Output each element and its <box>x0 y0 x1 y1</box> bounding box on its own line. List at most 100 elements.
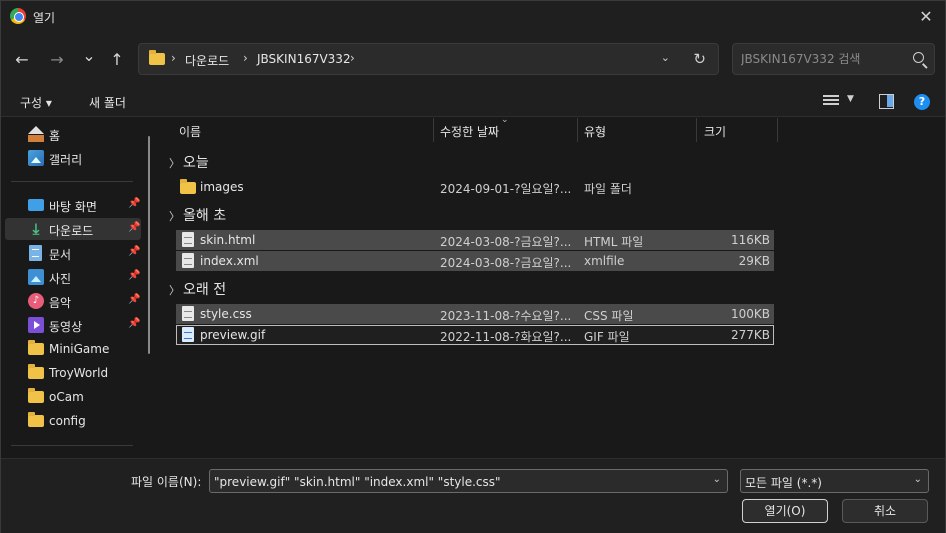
open-file-dialog: 열기 ✕ ← → ⌄ ↑ › 다운로드 › JBSKIN167V332 › ⌄ … <box>0 0 946 533</box>
file-name: skin.html <box>200 233 256 247</box>
sidebar-item-desktop[interactable]: 바탕 화면 📌 <box>5 194 141 216</box>
breadcrumb-separator: › <box>171 51 176 65</box>
address-bar[interactable]: › 다운로드 › JBSKIN167V332 › ⌄ ↻ <box>138 43 719 75</box>
recent-locations-button[interactable]: ⌄ <box>78 45 100 67</box>
window-title: 열기 <box>33 11 56 25</box>
chrome-app-icon <box>10 8 26 24</box>
group-header-today[interactable]: 〉 오늘 <box>169 152 209 172</box>
file-name: images <box>200 180 244 194</box>
file-row[interactable]: index.xml 2024-03-08-?금요일?... xmlfile 29… <box>176 251 774 271</box>
address-dropdown-icon[interactable]: ⌄ <box>661 51 670 64</box>
column-divider[interactable] <box>577 118 578 142</box>
dialog-footer: 파일 이름(N): ⌄ 모든 파일 (*.*) ⌄ 열기(O) 취소 <box>1 458 945 533</box>
column-header-modified[interactable]: 수정한 날짜 <box>440 118 499 142</box>
pin-icon: 📌 <box>128 246 141 257</box>
chevron-down-icon[interactable]: ⌄ <box>713 474 721 485</box>
search-input[interactable] <box>741 51 911 67</box>
sidebar-item-downloads[interactable]: ⤓ 다운로드 📌 <box>5 218 141 240</box>
column-divider[interactable] <box>777 118 778 142</box>
cancel-button[interactable]: 취소 <box>842 499 928 523</box>
breadcrumb-separator[interactable]: › <box>243 51 248 65</box>
sidebar-item-troyworld[interactable]: TroyWorld <box>5 362 141 384</box>
refresh-icon[interactable]: ↻ <box>693 50 706 68</box>
view-dropdown-icon[interactable]: ▼ <box>847 94 854 104</box>
sidebar-item-config[interactable]: config <box>5 410 141 432</box>
sidebar-item-documents[interactable]: 문서 📌 <box>5 242 141 264</box>
file-row[interactable]: preview.gif 2022-11-08-?화요일?... GIF 파일 2… <box>176 325 774 345</box>
folder-icon <box>28 388 44 403</box>
breadcrumb-separator[interactable]: › <box>350 51 355 65</box>
command-bar: 구성 ▾ 새 폴더 ▼ ? <box>1 87 945 117</box>
folder-icon <box>28 340 44 355</box>
file-modified: 2023-11-08-?수요일?... <box>440 309 572 323</box>
sidebar-item-label: TroyWorld <box>49 366 109 380</box>
column-header-name[interactable]: 이름 <box>179 118 201 142</box>
forward-button[interactable]: → <box>46 49 68 71</box>
home-icon <box>28 126 44 142</box>
sidebar-item-pictures[interactable]: 사진 📌 <box>5 266 141 288</box>
view-options-icon[interactable] <box>823 95 839 108</box>
sidebar-item-minigame[interactable]: MiniGame <box>5 338 141 360</box>
file-list: 이름 ⌄ 수정한 날짜 유형 크기 〉 오늘 images 2024-09-01-… <box>163 115 945 458</box>
title-bar: 열기 ✕ <box>1 1 945 33</box>
filename-input[interactable] <box>214 474 704 489</box>
sidebar-scrollbar[interactable] <box>148 136 150 354</box>
sidebar-item-label: 홈 <box>49 129 61 143</box>
breadcrumb-current-folder[interactable]: JBSKIN167V332 <box>257 52 351 66</box>
chevron-down-icon[interactable]: ⌄ <box>914 474 922 485</box>
pin-icon: 📌 <box>128 222 141 233</box>
breadcrumb-downloads[interactable]: 다운로드 <box>185 52 229 69</box>
file-type-select[interactable]: 모든 파일 (*.*) ⌄ <box>740 469 929 493</box>
sidebar-item-gallery[interactable]: 갤러리 <box>5 147 141 169</box>
group-header-long-ago[interactable]: 〉 오래 전 <box>169 279 226 299</box>
open-button[interactable]: 열기(O) <box>742 499 828 523</box>
sidebar-item-label: 문서 <box>49 248 72 262</box>
desktop-icon <box>28 199 44 211</box>
xml-file-icon <box>182 253 194 268</box>
file-row[interactable]: images 2024-09-01-?일요일?... 파일 폴더 <box>176 177 774 197</box>
column-header-size[interactable]: 크기 <box>704 118 726 142</box>
sidebar-item-label: 다운로드 <box>49 224 94 238</box>
back-button[interactable]: ← <box>11 49 33 71</box>
document-icon <box>29 245 42 261</box>
sidebar-item-label: oCam <box>49 390 84 404</box>
group-header-earlier-this-year[interactable]: 〉 올해 초 <box>169 205 226 225</box>
chevron-down-icon: 〉 <box>169 210 180 223</box>
organize-menu[interactable]: 구성 ▾ <box>20 94 52 111</box>
pictures-icon <box>28 269 44 285</box>
sidebar-divider <box>11 181 133 182</box>
sidebar-item-home[interactable]: 홈 <box>5 123 141 145</box>
html-file-icon <box>182 232 194 247</box>
file-size: 100KB <box>730 307 770 321</box>
pin-icon: 📌 <box>128 294 141 305</box>
sidebar-item-label: 바탕 화면 <box>49 200 97 214</box>
preview-pane-icon[interactable] <box>879 94 894 109</box>
pin-icon: 📌 <box>128 318 141 329</box>
sort-chevron-icon: ⌄ <box>501 115 509 125</box>
new-folder-button[interactable]: 새 폴더 <box>89 94 126 111</box>
close-button[interactable]: ✕ <box>913 4 939 30</box>
sidebar-item-label: 동영상 <box>49 320 83 334</box>
chevron-down-icon: 〉 <box>169 157 180 170</box>
filename-combobox[interactable]: ⌄ <box>209 469 728 493</box>
sidebar-item-videos[interactable]: 동영상 📌 <box>5 314 141 336</box>
search-box[interactable] <box>732 43 935 75</box>
sidebar-item-music[interactable]: ♪ 음악 📌 <box>5 290 141 312</box>
file-row[interactable]: style.css 2023-11-08-?수요일?... CSS 파일 100… <box>176 304 774 324</box>
column-divider[interactable] <box>433 118 434 142</box>
navigation-bar: ← → ⌄ ↑ › 다운로드 › JBSKIN167V332 › ⌄ ↻ <box>1 33 945 87</box>
gallery-icon <box>28 150 44 166</box>
column-header-type[interactable]: 유형 <box>584 118 606 142</box>
sidebar-item-label: config <box>49 414 86 428</box>
help-icon[interactable]: ? <box>914 94 930 110</box>
file-row[interactable]: skin.html 2024-03-08-?금요일?... HTML 파일 11… <box>176 230 774 250</box>
file-name: index.xml <box>200 254 259 268</box>
column-divider[interactable] <box>696 118 697 142</box>
navigation-pane: 홈 갤러리 바탕 화면 📌 ⤓ 다운로드 📌 문서 📌 사진 📌 ♪ 음악 📌 … <box>1 118 151 458</box>
file-type-value: 모든 파일 (*.*) <box>745 476 822 490</box>
sidebar-item-ocam[interactable]: oCam <box>5 386 141 408</box>
pin-icon: 📌 <box>128 270 141 281</box>
search-icon[interactable] <box>913 52 924 63</box>
sidebar-divider <box>11 445 133 446</box>
up-button[interactable]: ↑ <box>106 49 128 71</box>
